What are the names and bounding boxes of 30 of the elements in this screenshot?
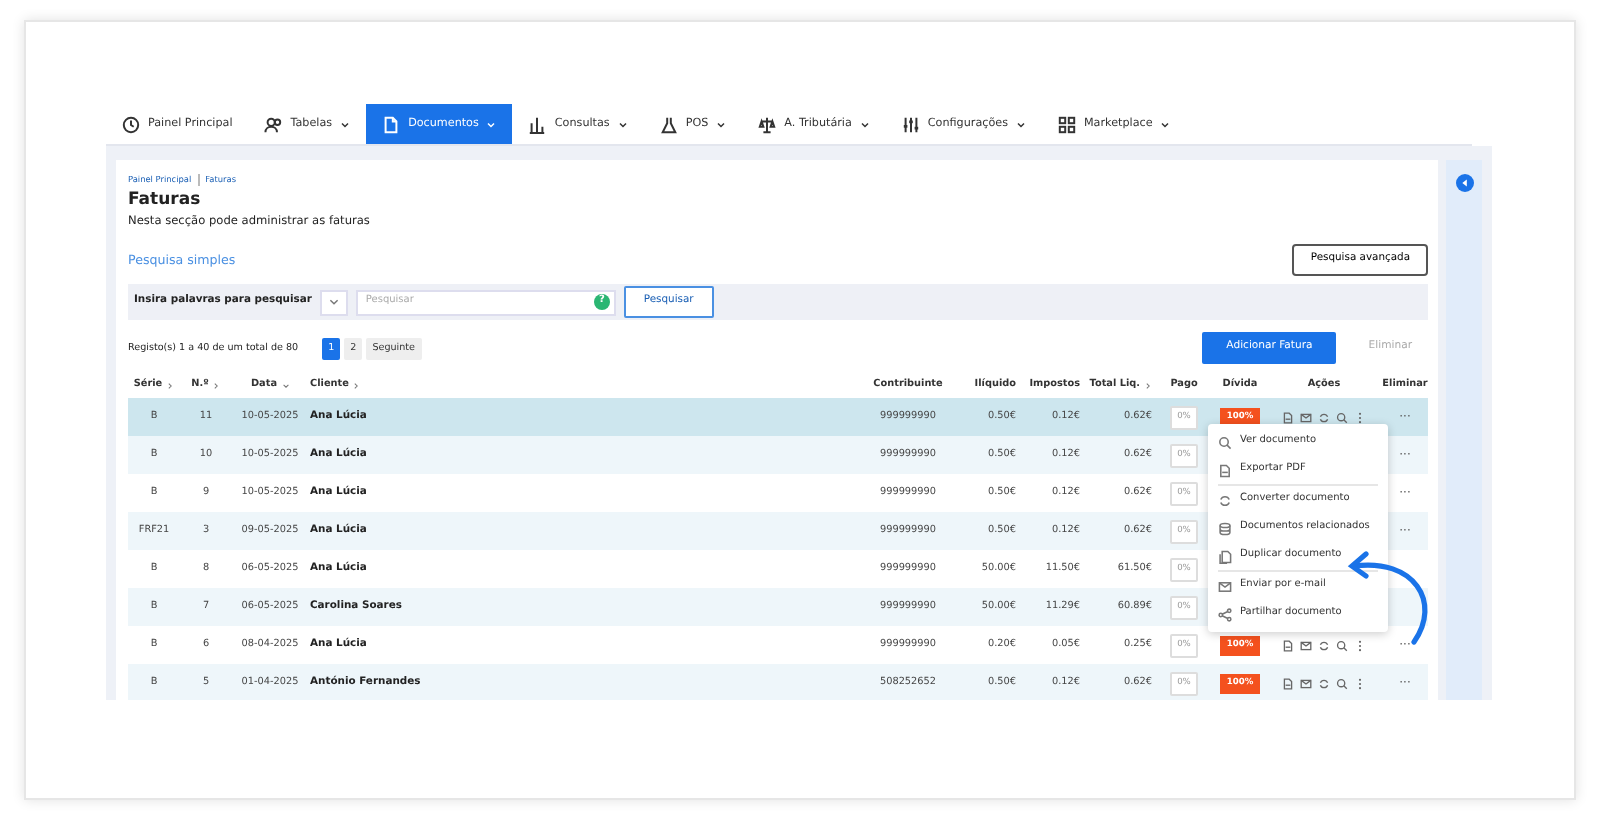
pdf-icon[interactable] — [1282, 639, 1294, 652]
search-icon[interactable] — [1336, 411, 1348, 424]
sliders-icon — [901, 115, 920, 133]
collapse-icon[interactable] — [1455, 174, 1473, 192]
envelope-icon — [1218, 579, 1232, 593]
pdf-icon[interactable] — [1282, 677, 1294, 690]
pdf-icon[interactable] — [1282, 411, 1294, 424]
copy-icon — [1218, 549, 1232, 563]
pdf-icon — [1218, 463, 1232, 477]
chevron-down-icon — [327, 296, 340, 309]
people-icon — [264, 115, 283, 133]
search-icon[interactable] — [1336, 677, 1348, 690]
stack-icon — [1218, 521, 1232, 535]
scale-icon — [758, 115, 777, 133]
search-icon[interactable] — [1336, 639, 1348, 652]
bar-chart-icon — [528, 115, 547, 133]
envelope-icon[interactable] — [1300, 411, 1312, 424]
refresh-icon[interactable] — [1318, 411, 1330, 424]
document-icon — [382, 115, 401, 133]
share-icon — [1218, 607, 1232, 621]
clock-icon — [122, 115, 140, 133]
page-title: Faturas — [128, 192, 203, 212]
refresh-icon — [1218, 493, 1232, 507]
search-icon — [1218, 435, 1232, 449]
envelope-icon[interactable] — [1300, 639, 1312, 652]
refresh-icon[interactable] — [1318, 677, 1330, 690]
envelope-icon[interactable] — [1300, 677, 1312, 690]
grid-icon — [1057, 115, 1076, 133]
flask-icon — [659, 115, 678, 133]
refresh-icon[interactable] — [1318, 639, 1330, 652]
